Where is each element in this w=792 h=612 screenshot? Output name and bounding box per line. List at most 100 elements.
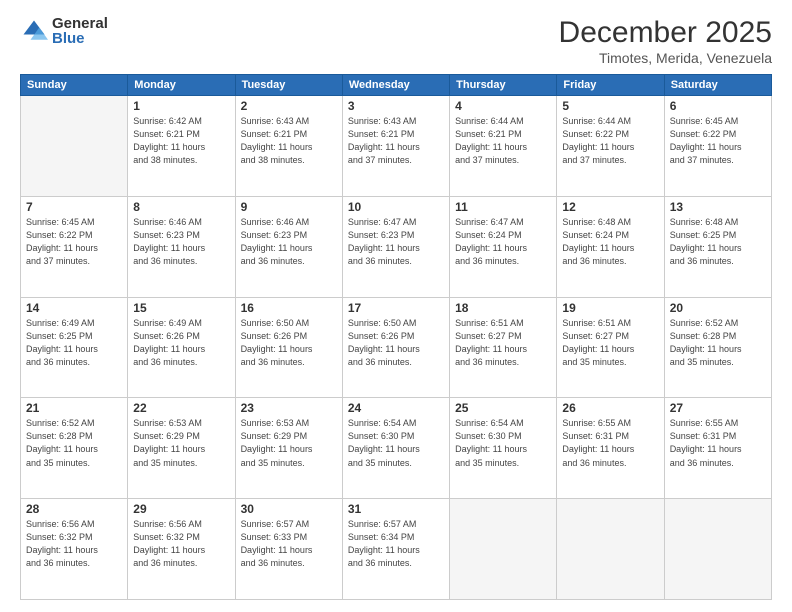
day-number: 3	[348, 99, 444, 113]
calendar-cell: 5 Sunrise: 6:44 AM Sunset: 6:22 PM Daylig…	[557, 96, 664, 197]
day-number: 13	[670, 200, 766, 214]
day-number: 1	[133, 99, 229, 113]
calendar-cell: 26 Sunrise: 6:55 AM Sunset: 6:31 PM Dayli…	[557, 398, 664, 499]
day-number: 20	[670, 301, 766, 315]
calendar-cell: 24 Sunrise: 6:54 AM Sunset: 6:30 PM Dayli…	[342, 398, 449, 499]
day-number: 23	[241, 401, 337, 415]
day-info: Sunrise: 6:56 AM Sunset: 6:32 PM Dayligh…	[133, 518, 229, 570]
weekday-header: Saturday	[664, 75, 771, 96]
calendar-cell: 28Sunrise: 6:56 AM Sunset: 6:32 PM Dayli…	[21, 499, 128, 600]
calendar-body: 1 Sunrise: 6:42 AM Sunset: 6:21 PM Daylig…	[21, 96, 772, 600]
calendar-cell: 22Sunrise: 6:53 AM Sunset: 6:29 PM Dayli…	[128, 398, 235, 499]
calendar-cell: 19 Sunrise: 6:51 AM Sunset: 6:27 PM Dayli…	[557, 297, 664, 398]
calendar-week-row: 14Sunrise: 6:49 AM Sunset: 6:25 PM Dayli…	[21, 297, 772, 398]
calendar-cell: 16Sunrise: 6:50 AM Sunset: 6:26 PM Dayli…	[235, 297, 342, 398]
calendar-cell: 12 Sunrise: 6:48 AM Sunset: 6:24 PM Dayli…	[557, 196, 664, 297]
calendar-cell: 20 Sunrise: 6:52 AM Sunset: 6:28 PM Dayli…	[664, 297, 771, 398]
day-info: Sunrise: 6:51 AM Sunset: 6:27 PM Dayligh…	[562, 317, 658, 369]
day-number: 27	[670, 401, 766, 415]
calendar-cell: 25Sunrise: 6:54 AM Sunset: 6:30 PM Dayli…	[450, 398, 557, 499]
calendar-cell: 2 Sunrise: 6:43 AM Sunset: 6:21 PM Daylig…	[235, 96, 342, 197]
day-info: Sunrise: 6:46 AM Sunset: 6:23 PM Dayligh…	[241, 216, 337, 268]
day-info: Sunrise: 6:47 AM Sunset: 6:23 PM Dayligh…	[348, 216, 444, 268]
calendar-cell: 14Sunrise: 6:49 AM Sunset: 6:25 PM Dayli…	[21, 297, 128, 398]
day-info: Sunrise: 6:48 AM Sunset: 6:24 PM Dayligh…	[562, 216, 658, 268]
title-area: December 2025 Timotes, Merida, Venezuela	[559, 16, 772, 66]
day-info: Sunrise: 6:52 AM Sunset: 6:28 PM Dayligh…	[26, 417, 122, 469]
calendar-cell: 31Sunrise: 6:57 AM Sunset: 6:34 PM Dayli…	[342, 499, 449, 600]
day-number: 21	[26, 401, 122, 415]
day-number: 6	[670, 99, 766, 113]
day-number: 30	[241, 502, 337, 516]
day-number: 2	[241, 99, 337, 113]
day-number: 19	[562, 301, 658, 315]
day-number: 10	[348, 200, 444, 214]
weekday-header: Monday	[128, 75, 235, 96]
month-title: December 2025	[559, 16, 772, 50]
day-info: Sunrise: 6:43 AM Sunset: 6:21 PM Dayligh…	[348, 115, 444, 167]
calendar-header: SundayMondayTuesdayWednesdayThursdayFrid…	[21, 75, 772, 96]
calendar-cell: 3 Sunrise: 6:43 AM Sunset: 6:21 PM Daylig…	[342, 96, 449, 197]
day-info: Sunrise: 6:50 AM Sunset: 6:26 PM Dayligh…	[348, 317, 444, 369]
day-number: 18	[455, 301, 551, 315]
day-info: Sunrise: 6:45 AM Sunset: 6:22 PM Dayligh…	[670, 115, 766, 167]
day-number: 12	[562, 200, 658, 214]
calendar-cell: 23Sunrise: 6:53 AM Sunset: 6:29 PM Dayli…	[235, 398, 342, 499]
weekday-header: Tuesday	[235, 75, 342, 96]
logo: General Blue	[20, 16, 108, 46]
weekday-row: SundayMondayTuesdayWednesdayThursdayFrid…	[21, 75, 772, 96]
header: General Blue December 2025 Timotes, Meri…	[20, 16, 772, 66]
day-number: 5	[562, 99, 658, 113]
day-info: Sunrise: 6:57 AM Sunset: 6:33 PM Dayligh…	[241, 518, 337, 570]
calendar-cell: 17 Sunrise: 6:50 AM Sunset: 6:26 PM Dayli…	[342, 297, 449, 398]
day-info: Sunrise: 6:54 AM Sunset: 6:30 PM Dayligh…	[348, 417, 444, 469]
day-info: Sunrise: 6:49 AM Sunset: 6:25 PM Dayligh…	[26, 317, 122, 369]
day-info: Sunrise: 6:51 AM Sunset: 6:27 PM Dayligh…	[455, 317, 551, 369]
day-number: 22	[133, 401, 229, 415]
day-number: 9	[241, 200, 337, 214]
calendar-cell: 9 Sunrise: 6:46 AM Sunset: 6:23 PM Daylig…	[235, 196, 342, 297]
day-info: Sunrise: 6:52 AM Sunset: 6:28 PM Dayligh…	[670, 317, 766, 369]
calendar-cell: 29Sunrise: 6:56 AM Sunset: 6:32 PM Dayli…	[128, 499, 235, 600]
day-number: 24	[348, 401, 444, 415]
calendar-cell	[557, 499, 664, 600]
logo-icon	[20, 17, 48, 45]
day-info: Sunrise: 6:44 AM Sunset: 6:22 PM Dayligh…	[562, 115, 658, 167]
day-info: Sunrise: 6:46 AM Sunset: 6:23 PM Dayligh…	[133, 216, 229, 268]
logo-general: General	[52, 16, 108, 31]
day-info: Sunrise: 6:45 AM Sunset: 6:22 PM Dayligh…	[26, 216, 122, 268]
day-info: Sunrise: 6:42 AM Sunset: 6:21 PM Dayligh…	[133, 115, 229, 167]
day-info: Sunrise: 6:49 AM Sunset: 6:26 PM Dayligh…	[133, 317, 229, 369]
weekday-header: Thursday	[450, 75, 557, 96]
calendar-cell: 8 Sunrise: 6:46 AM Sunset: 6:23 PM Daylig…	[128, 196, 235, 297]
logo-blue: Blue	[52, 31, 108, 46]
day-info: Sunrise: 6:48 AM Sunset: 6:25 PM Dayligh…	[670, 216, 766, 268]
day-number: 26	[562, 401, 658, 415]
weekday-header: Sunday	[21, 75, 128, 96]
calendar-cell: 21 Sunrise: 6:52 AM Sunset: 6:28 PM Dayli…	[21, 398, 128, 499]
day-number: 8	[133, 200, 229, 214]
day-number: 25	[455, 401, 551, 415]
calendar-cell: 10 Sunrise: 6:47 AM Sunset: 6:23 PM Dayli…	[342, 196, 449, 297]
day-number: 16	[241, 301, 337, 315]
day-info: Sunrise: 6:55 AM Sunset: 6:31 PM Dayligh…	[670, 417, 766, 469]
weekday-header: Wednesday	[342, 75, 449, 96]
day-number: 31	[348, 502, 444, 516]
calendar-cell	[664, 499, 771, 600]
calendar-cell: 27 Sunrise: 6:55 AM Sunset: 6:31 PM Dayli…	[664, 398, 771, 499]
calendar-cell: 6 Sunrise: 6:45 AM Sunset: 6:22 PM Daylig…	[664, 96, 771, 197]
day-info: Sunrise: 6:43 AM Sunset: 6:21 PM Dayligh…	[241, 115, 337, 167]
calendar-cell: 4Sunrise: 6:44 AM Sunset: 6:21 PM Daylig…	[450, 96, 557, 197]
day-number: 11	[455, 200, 551, 214]
day-number: 4	[455, 99, 551, 113]
calendar-cell: 7 Sunrise: 6:45 AM Sunset: 6:22 PM Daylig…	[21, 196, 128, 297]
calendar: SundayMondayTuesdayWednesdayThursdayFrid…	[20, 74, 772, 600]
calendar-cell: 13 Sunrise: 6:48 AM Sunset: 6:25 PM Dayli…	[664, 196, 771, 297]
day-number: 7	[26, 200, 122, 214]
calendar-cell: 11Sunrise: 6:47 AM Sunset: 6:24 PM Dayli…	[450, 196, 557, 297]
day-info: Sunrise: 6:55 AM Sunset: 6:31 PM Dayligh…	[562, 417, 658, 469]
page: General Blue December 2025 Timotes, Meri…	[0, 0, 792, 612]
day-number: 17	[348, 301, 444, 315]
logo-text: General Blue	[52, 16, 108, 46]
location: Timotes, Merida, Venezuela	[559, 50, 772, 66]
